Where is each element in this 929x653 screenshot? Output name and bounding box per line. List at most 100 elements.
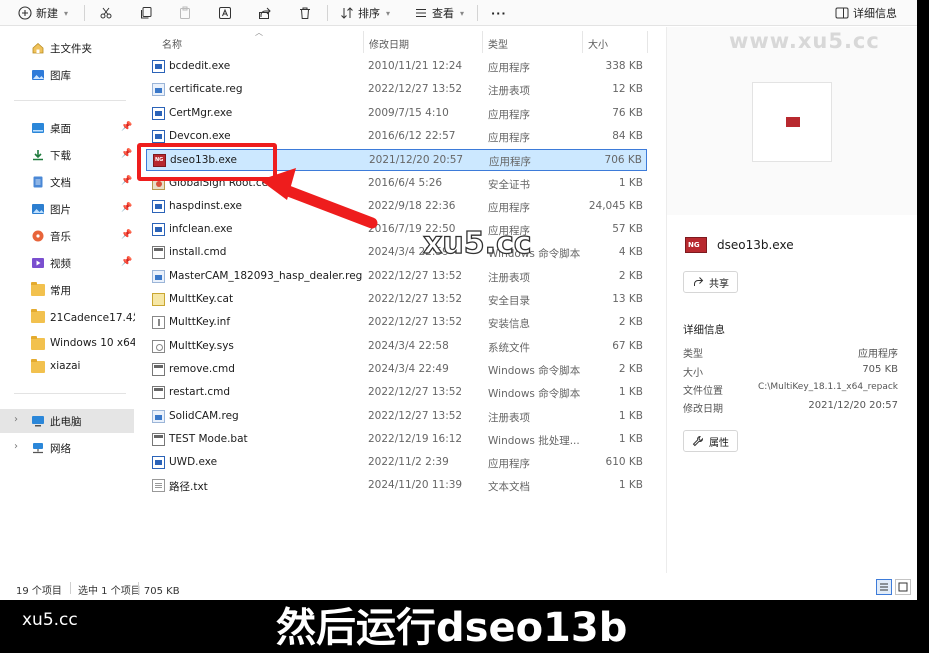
prop-key: 类型	[683, 349, 703, 360]
column-divider[interactable]	[482, 31, 483, 53]
table-row[interactable]: remove.cmd 2024/3/4 22:49 Windows 命令脚本 2 KB	[146, 359, 647, 381]
file-type: 应用程序	[488, 201, 530, 214]
table-row[interactable]: certificate.reg 2022/12/27 13:52 注册表项 12 KB	[146, 79, 647, 101]
home-icon	[32, 42, 44, 54]
nav-divider	[14, 100, 126, 101]
more-options-button[interactable]: ···	[491, 2, 507, 24]
file-preview-thumbnail	[752, 82, 832, 162]
nav-item-pictures[interactable]: 图片 📌	[0, 197, 134, 221]
paste-button[interactable]	[178, 2, 192, 24]
share-button[interactable]: 共享	[683, 271, 738, 293]
share-toolbar-button[interactable]	[258, 2, 272, 24]
column-divider[interactable]	[582, 31, 583, 53]
file-type: 应用程序	[488, 458, 530, 471]
pin-icon[interactable]: 📌	[121, 203, 132, 213]
cut-button[interactable]	[99, 2, 113, 24]
nav-item-windows10-folder[interactable]: Windows 10 x64	[0, 332, 136, 356]
nav-item-label: 视频	[50, 258, 71, 270]
file-size: 13 KB	[612, 293, 643, 305]
column-divider[interactable]	[647, 31, 648, 53]
nav-item-gallery[interactable]: 图库	[0, 63, 134, 87]
table-row[interactable]: MasterCAM_182093_hasp_dealer.reg 2022/12/…	[146, 266, 647, 288]
file-explorer-window: 新建 ▾ 排序 ▾ 查看 ▾ ··· 详细信息 主文件夹 图库 桌面 📌 下载 …	[0, 0, 917, 600]
file-name: MulttKey.sys	[169, 339, 234, 352]
chevron-right-icon[interactable]: ›	[14, 441, 18, 452]
file-type: 安全证书	[488, 178, 530, 191]
file-name: restart.cmd	[169, 386, 231, 399]
table-row[interactable]: MulttKey.sys 2024/3/4 22:58 系统文件 67 KB	[146, 336, 647, 358]
nav-item-music[interactable]: 音乐 📌	[0, 224, 134, 248]
nav-item-xiazai-folder[interactable]: xiazai	[0, 355, 134, 379]
table-row[interactable]: CertMgr.exe 2009/7/15 4:10 应用程序 76 KB	[146, 103, 647, 125]
table-row[interactable]: UWD.exe 2022/11/2 2:39 应用程序 610 KB	[146, 452, 647, 474]
prop-key: 大小	[683, 368, 703, 379]
column-header-name[interactable]: 名称	[162, 36, 182, 51]
nav-divider	[14, 393, 126, 394]
nav-item-documents[interactable]: 文档 📌	[0, 170, 134, 194]
details-view-toggle[interactable]	[876, 579, 892, 595]
column-header-type[interactable]: 类型	[488, 36, 508, 51]
file-size: 2 KB	[618, 362, 643, 375]
table-row[interactable]: TEST Mode.bat 2022/12/19 16:12 Windows 批处理…	[146, 429, 647, 451]
new-button[interactable]: 新建 ▾	[18, 2, 68, 24]
column-header-date[interactable]: 修改日期	[369, 36, 409, 51]
app-logo-icon: NG	[685, 237, 707, 253]
details-section-title: 详细信息	[683, 324, 725, 336]
pin-icon[interactable]: 📌	[121, 122, 132, 132]
column-header-size[interactable]: 大小	[588, 36, 608, 51]
column-divider[interactable]	[363, 31, 364, 53]
chevron-down-icon: ▾	[460, 8, 465, 18]
delete-button[interactable]	[298, 2, 312, 24]
nav-item-network[interactable]: › 网络	[0, 436, 134, 460]
nav-item-label: 桌面	[50, 123, 71, 135]
registry-file-icon	[152, 409, 165, 423]
table-row[interactable]: infclean.exe 2016/7/19 22:50 应用程序 57 KB	[146, 219, 647, 241]
table-row[interactable]: MulttKey.inf 2022/12/27 13:52 安装信息 2 KB	[146, 312, 647, 334]
nav-item-label: 图片	[50, 204, 71, 216]
nav-item-favorites-folder[interactable]: 常用	[0, 278, 134, 302]
file-type: 注册表项	[488, 411, 530, 424]
exe-file-icon	[152, 199, 165, 213]
file-type: 系统文件	[488, 341, 530, 354]
file-name: haspdinst.exe	[169, 199, 243, 212]
nav-item-label: 主文件夹	[50, 43, 92, 55]
nav-item-videos[interactable]: 视频 📌	[0, 251, 134, 275]
table-row[interactable]: SolidCAM.reg 2022/12/27 13:52 注册表项 1 KB	[146, 406, 647, 428]
chevron-right-icon[interactable]: ›	[14, 414, 18, 425]
sort-button[interactable]: 排序 ▾	[340, 2, 390, 24]
table-row[interactable]: restart.cmd 2022/12/27 13:52 Windows 命令脚本 1…	[146, 382, 647, 404]
file-size: 67 KB	[612, 339, 643, 352]
pin-icon[interactable]: 📌	[121, 176, 132, 186]
pin-icon[interactable]: 📌	[121, 230, 132, 240]
file-date: 2022/12/27 13:52	[368, 83, 463, 96]
table-row[interactable]: MulttKey.cat 2022/12/27 13:52 安全目录 13 KB	[146, 289, 647, 311]
properties-button[interactable]: 属性	[683, 430, 738, 452]
thumbnail-view-toggle[interactable]	[895, 579, 911, 595]
nav-item-desktop[interactable]: 桌面 📌	[0, 116, 134, 140]
table-row[interactable]: install.cmd 2024/3/4 22:59 Windows 命令脚本 4 K…	[146, 242, 647, 264]
app-logo-icon	[786, 117, 800, 127]
table-row[interactable]: haspdinst.exe 2022/9/18 22:36 应用程序 24,045 K…	[146, 196, 647, 218]
file-date: 2021/12/20 20:57	[369, 154, 464, 167]
pin-icon[interactable]: 📌	[121, 257, 132, 267]
highlight-box	[137, 143, 277, 181]
pin-icon[interactable]: 📌	[121, 149, 132, 159]
nav-item-label: 下载	[50, 150, 71, 162]
file-name: bcdedit.exe	[169, 60, 231, 72]
nav-item-downloads[interactable]: 下载 📌	[0, 143, 134, 167]
text-file-icon	[152, 479, 165, 493]
pictures-icon	[32, 204, 44, 214]
copy-button[interactable]	[139, 2, 153, 24]
view-button[interactable]: 查看 ▾	[414, 2, 464, 24]
details-pane-button[interactable]: 详细信息	[835, 2, 897, 24]
table-row[interactable]: 路径.txt 2024/11/20 11:39 文本文档 1 KB	[146, 475, 647, 497]
folder-icon	[31, 359, 45, 373]
nav-item-cadence-folder[interactable]: 21Cadence17.4发	[0, 305, 143, 329]
network-icon	[33, 443, 43, 454]
nav-item-this-pc[interactable]: › 此电脑	[0, 409, 134, 433]
rename-button[interactable]	[218, 2, 232, 24]
table-row[interactable]: bcdedit.exe 2010/11/21 12:24 应用程序 338 KB	[146, 56, 647, 78]
documents-icon	[33, 176, 43, 188]
file-date: 2022/12/27 13:52	[368, 316, 463, 329]
nav-item-home[interactable]: 主文件夹	[0, 36, 134, 60]
